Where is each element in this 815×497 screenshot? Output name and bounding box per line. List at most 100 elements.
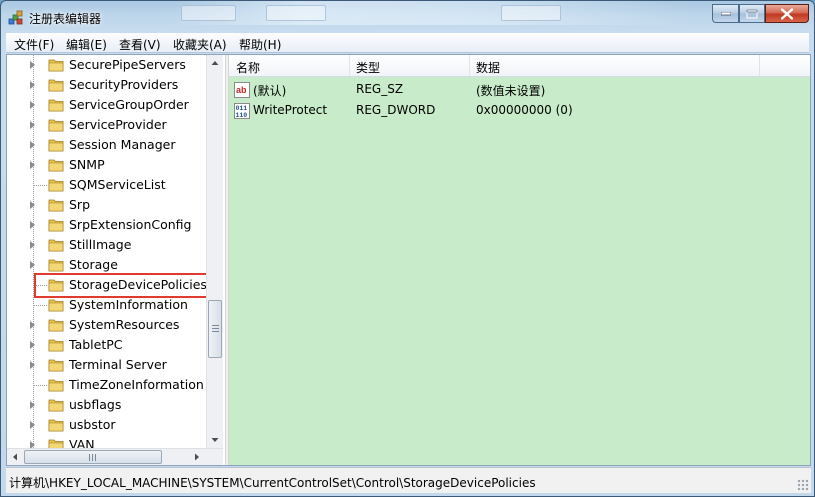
menu-help[interactable]: 帮助(H) — [239, 36, 281, 53]
value-type: REG_DWORD — [356, 103, 436, 117]
folder-icon — [48, 339, 64, 352]
resize-grip[interactable] — [797, 479, 809, 491]
folder-icon — [48, 59, 64, 72]
tree-item[interactable]: SystemResources — [7, 315, 212, 335]
tree-item[interactable]: SecurityProviders — [7, 75, 212, 95]
menu-favorites[interactable]: 收藏夹(A) — [173, 36, 227, 53]
expand-arrow-icon[interactable] — [30, 61, 35, 69]
selection-highlight-box — [34, 273, 212, 298]
menu-view[interactable]: 查看(V) — [119, 36, 161, 53]
tree-item[interactable]: SNMP — [7, 155, 212, 175]
tree-hscroll-thumb[interactable] — [24, 450, 162, 464]
expand-arrow-icon[interactable] — [30, 421, 35, 429]
registry-tree: SecurePipeServers SecurityProviders Servic… — [7, 55, 225, 465]
title-bar[interactable]: 注册表编辑器 — [1, 1, 814, 33]
folder-icon — [48, 159, 64, 172]
folder-icon — [48, 239, 64, 252]
tree-item[interactable]: ServiceGroupOrder — [7, 95, 212, 115]
tree-item[interactable]: usbflags — [7, 395, 212, 415]
tree-item-label: SQMServiceList — [69, 177, 166, 192]
expand-arrow-icon[interactable] — [30, 261, 35, 269]
maximize-icon — [746, 9, 758, 18]
client-area: SecurePipeServers SecurityProviders Servic… — [6, 54, 811, 466]
tree-item[interactable]: ServiceProvider — [7, 115, 212, 135]
expand-arrow-icon[interactable] — [30, 221, 35, 229]
tree-item-label: usbflags — [69, 397, 122, 412]
arrow-left-icon[interactable] — [7, 449, 23, 465]
tree-item-label: ServiceProvider — [69, 117, 167, 132]
value-data: (数值未设置) — [476, 84, 546, 98]
tree-guide-line — [34, 385, 48, 386]
tree-item-label: Session Manager — [69, 137, 176, 152]
folder-icon — [48, 299, 64, 312]
binary-value-icon: 011 110 — [234, 103, 250, 119]
tree-item[interactable]: SystemInformation — [7, 295, 212, 315]
arrow-right-icon[interactable] — [189, 449, 205, 465]
list-row[interactable]: 011 110 WriteProtect REG_DWORD 0x0000000… — [229, 100, 810, 121]
folder-icon — [48, 399, 64, 412]
tree-item[interactable]: SrpExtensionConfig — [7, 215, 212, 235]
tree-item-label: SecurityProviders — [69, 77, 179, 92]
expand-arrow-icon[interactable] — [30, 121, 35, 129]
tree-guide-line — [34, 185, 48, 186]
string-value-icon: ab — [234, 82, 250, 98]
tree-item[interactable]: Terminal Server — [7, 355, 212, 375]
folder-icon — [48, 419, 64, 432]
tree-item-label: TabletPC — [69, 337, 123, 352]
value-data: 0x00000000 (0) — [476, 103, 573, 117]
expand-arrow-icon[interactable] — [30, 201, 35, 209]
folder-icon — [48, 139, 64, 152]
tree-item[interactable]: TabletPC — [7, 335, 212, 355]
expand-arrow-icon[interactable] — [30, 101, 35, 109]
arrow-up-icon — [211, 61, 219, 65]
tree-item[interactable]: Session Manager — [7, 135, 212, 155]
svg-text:110: 110 — [236, 112, 248, 119]
column-header-name[interactable]: 名称 — [236, 59, 260, 76]
column-header-data[interactable]: 数据 — [476, 59, 500, 76]
tree-vertical-scrollbar[interactable] — [206, 55, 223, 448]
tree-horizontal-scrollbar[interactable] — [7, 448, 223, 465]
list-row[interactable]: ab (默认) REG_SZ (数值未设置) — [229, 79, 810, 100]
expand-arrow-icon[interactable] — [30, 401, 35, 409]
folder-icon — [48, 259, 64, 272]
expand-arrow-icon[interactable] — [30, 321, 35, 329]
menu-file[interactable]: 文件(F) — [14, 36, 54, 53]
expand-arrow-icon[interactable] — [30, 241, 35, 249]
menu-edit[interactable]: 编辑(E) — [66, 36, 107, 53]
minimize-button[interactable] — [712, 4, 739, 23]
tree-item-label: SrpExtensionConfig — [69, 217, 192, 232]
expand-arrow-icon[interactable] — [30, 361, 35, 369]
tree-item[interactable]: SecurePipeServers — [7, 55, 212, 75]
arrow-down-icon — [211, 438, 219, 442]
value-name: (默认) — [253, 84, 287, 98]
tree-item[interactable]: Srp — [7, 195, 212, 215]
folder-icon — [48, 319, 64, 332]
tree-item-label: TimeZoneInformation — [69, 377, 204, 392]
expand-arrow-icon[interactable] — [30, 81, 35, 89]
tree-item-label: SystemInformation — [69, 297, 188, 312]
expand-arrow-icon[interactable] — [30, 161, 35, 169]
tree-item[interactable]: SQMServiceList — [7, 175, 212, 195]
folder-icon — [48, 379, 64, 392]
close-button[interactable] — [765, 4, 809, 23]
tree-item-label: Terminal Server — [69, 357, 167, 372]
expand-arrow-icon[interactable] — [30, 341, 35, 349]
value-name: WriteProtect — [253, 103, 328, 117]
scroll-up-button[interactable] — [207, 55, 223, 72]
expand-arrow-icon[interactable] — [30, 141, 35, 149]
tree-guide-line — [34, 305, 48, 306]
scroll-down-button[interactable] — [207, 431, 223, 448]
maximize-button[interactable] — [739, 4, 765, 23]
tree-item[interactable]: StillImage — [7, 235, 212, 255]
tree-item[interactable]: TimeZoneInformation — [7, 375, 212, 395]
value-type: REG_SZ — [356, 82, 404, 96]
title-glow-decoration — [171, 1, 691, 25]
column-header-type[interactable]: 类型 — [356, 59, 380, 76]
tree-item[interactable]: Storage — [7, 255, 212, 275]
tree-vscroll-thumb[interactable] — [208, 300, 222, 358]
svg-text:ab: ab — [236, 85, 247, 95]
tree-item[interactable]: usbstor — [7, 415, 212, 435]
minimize-icon — [720, 11, 731, 15]
menu-bar: 文件(F) 编辑(E) 查看(V) 收藏夹(A) 帮助(H) — [6, 33, 809, 53]
tree-item-label: SystemResources — [69, 317, 180, 332]
